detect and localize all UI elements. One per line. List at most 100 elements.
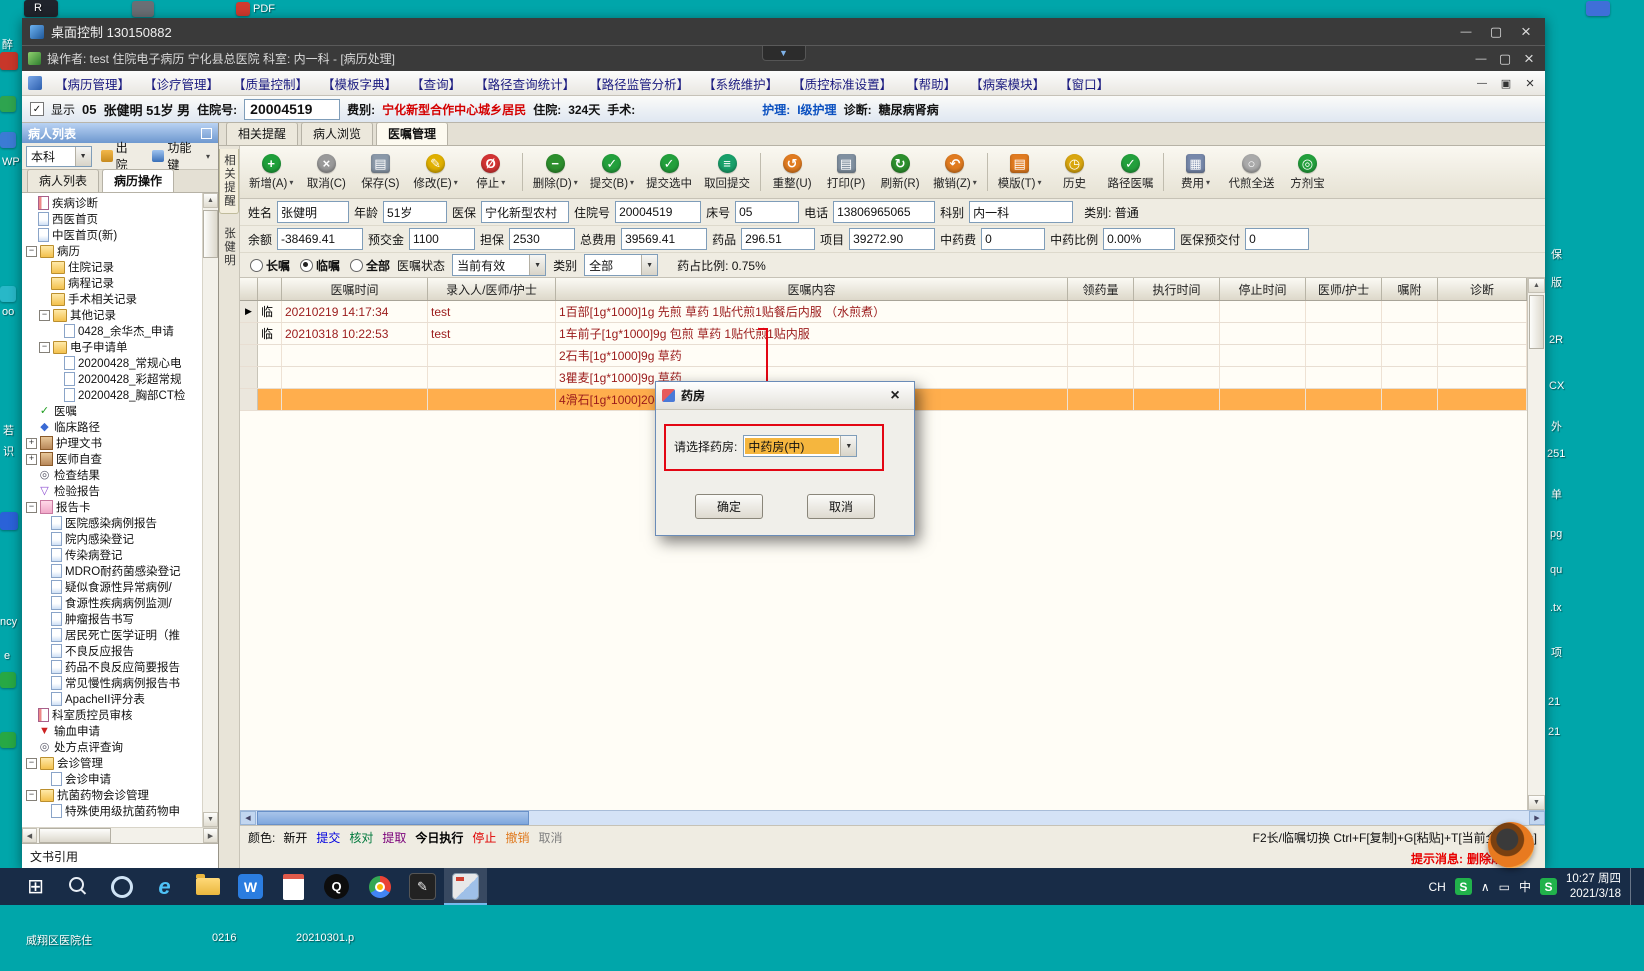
tree-item[interactable]: 传染病登记 [22,547,202,563]
menu-item[interactable]: 【病案模块】 [963,74,1052,93]
dropdown-arrow-icon[interactable] [641,255,658,275]
scroll-down-icon[interactable] [203,812,218,827]
toolbar-button[interactable]: ▤ 打印(P) [820,152,872,193]
tree-expander-icon[interactable]: + [26,437,37,449]
field-input[interactable]: 0 [981,228,1046,250]
desktop-icon-label[interactable]: .tx [1550,602,1562,614]
scroll-up-icon[interactable] [203,193,218,208]
tree-expander-icon[interactable]: − [39,309,50,321]
dropdown-arrow-icon[interactable] [74,146,91,166]
tree-item[interactable]: − 其他记录 [22,307,202,323]
main-tab-2[interactable]: 医嘱管理 [376,122,449,145]
department-select[interactable]: 本科 [26,145,92,167]
scroll-left-icon[interactable] [22,828,37,843]
mdi-minimize-icon[interactable] [1471,74,1493,92]
scroll-thumb[interactable] [1529,295,1544,349]
grid-column-header[interactable]: 嘱附 [1382,278,1438,300]
tree-item[interactable]: 病程记录 [22,275,202,291]
tree-item[interactable]: 居民死亡医学证明（推 [22,627,202,643]
desktop-icon-label[interactable]: oo [2,306,14,318]
grid-column-header[interactable] [258,278,282,300]
desktop-icon[interactable] [0,52,18,70]
desktop-icon-label[interactable]: WP [2,156,20,168]
desktop-icon[interactable] [0,286,16,302]
tree-item[interactable]: 20200428_彩超常规 [22,371,202,387]
desktop-icon-label[interactable]: 项 [1551,644,1562,660]
show-checkbox[interactable] [30,102,44,116]
ok-button[interactable]: 确定 [695,494,763,519]
clock[interactable]: 10:27 周四 2021/3/18 [1566,872,1621,902]
field-input[interactable]: 0 [1245,228,1310,250]
desktop-icon[interactable] [0,732,16,748]
desktop-icon[interactable] [0,512,18,530]
tree-expander-icon[interactable]: + [26,453,37,465]
tree-item[interactable]: ▽ 检验报告 [22,483,202,499]
menu-item[interactable]: 【质控标准设置】 [785,74,899,93]
dialog-titlebar[interactable]: 药房 [656,382,914,410]
toolbar-button[interactable]: Ø 停止 ▾ [465,152,517,193]
tree-item[interactable]: 疑似食源性异常病例/ [22,579,202,595]
tree-item[interactable]: 特殊使用级抗菌药物申 [22,803,202,819]
dropdown-arrow-icon[interactable]: ▾ [289,178,293,187]
scroll-right-icon[interactable] [1529,811,1545,825]
related-reminder-vertical-tab[interactable]: 相关提醒 [219,149,239,214]
field-input[interactable]: 宁化新型农村 [481,201,570,223]
sidebar-tab-0[interactable]: 病人列表 [27,169,100,192]
desktop-icon[interactable] [132,1,154,17]
emr-app-icon[interactable] [444,868,487,905]
app-maximize-icon[interactable] [1493,50,1517,68]
desktop-icon-label[interactable]: 0216 [212,932,236,944]
toolbar-button[interactable]: × 取消(C) [300,152,352,193]
toolbar-button[interactable]: ○ 代煎全送 [1223,152,1279,193]
toolbar-button[interactable]: − 删除(D) ▾ [528,152,583,193]
tray-chevron-icon[interactable]: ∧ [1481,880,1490,894]
field-input[interactable]: 2530 [509,228,576,250]
radio-option[interactable]: 临嘱 [300,257,340,274]
radio-option[interactable]: 全部 [350,257,390,274]
tree-item[interactable]: 肿瘤报告书写 [22,611,202,627]
desktop-icon-label[interactable]: R [34,2,42,14]
discharge-button[interactable]: 出院 [97,141,144,172]
grid-column-header[interactable]: 医嘱时间 [282,278,428,300]
tree-item[interactable]: + 医师自查 [22,451,202,467]
toolbar-button[interactable]: ✓ 提交选中 [641,152,697,193]
menu-item[interactable]: 【质量控制】 [226,74,315,93]
desktop-icon-label[interactable]: PDF [253,3,275,15]
toolbar-button[interactable]: ▤ 模版(T) ▾ [993,152,1047,193]
tree-item[interactable]: − 会诊管理 [22,755,202,771]
radio-option[interactable]: 长嘱 [250,257,290,274]
toolbar-button[interactable]: ◎ 方剂宝 [1281,152,1333,193]
cortana-icon[interactable] [100,868,143,905]
toolbar-button[interactable]: ◷ 历史 [1048,152,1100,193]
toolbar-button[interactable]: ↺ 重整(U) [766,152,818,193]
desktop-icon[interactable] [236,2,250,16]
desktop-icon-label[interactable]: 保 [1551,246,1562,262]
tree-scrollbar[interactable] [202,193,218,827]
dropdown-arrow-icon[interactable] [840,436,857,456]
toolbar-button[interactable]: ≡ 取回提交 [699,152,755,193]
document-reference-bar[interactable]: 文书引用 [22,843,218,868]
dropdown-arrow-icon[interactable]: ▾ [630,178,634,187]
dropdown-arrow-icon[interactable]: ▾ [1037,178,1041,187]
remote-window-titlebar[interactable]: 桌面控制 130150882 [22,18,1545,45]
grid-column-header[interactable]: 诊断 [1438,278,1527,300]
dialog-close-icon[interactable] [882,386,908,406]
order-row[interactable]: ▶ 临 20210219 14:17:34 test 1百部[1g*1000]1g 先煎… [240,301,1527,323]
grid-column-header[interactable] [240,278,258,300]
grid-horizontal-scrollbar[interactable] [240,810,1545,825]
desktop-icon-label[interactable]: 单 [1551,486,1562,502]
menu-item[interactable]: 【窗口】 [1052,74,1116,93]
sogou-icon[interactable]: S [1454,878,1472,895]
toolbar-button[interactable]: + 新增(A) ▾ [244,152,298,193]
display-icon[interactable]: ▭ [1499,880,1510,894]
tree-item[interactable]: MDRO耐药菌感染登记 [22,563,202,579]
security-ball-widget-icon[interactable] [1488,822,1534,868]
grid-column-header[interactable]: 医嘱内容 [556,278,1068,300]
menu-item[interactable]: 【路径查询统计】 [468,74,582,93]
desktop-icon-label[interactable]: pg [1550,528,1562,540]
field-input[interactable]: 39569.41 [621,228,708,250]
desktop-icon-label[interactable]: 威翔区医院住 [26,932,92,948]
tree-item[interactable]: 食源性疾病病例监测/ [22,595,202,611]
desktop-icon-label[interactable]: 2R [1549,334,1563,346]
tree-expander-icon[interactable]: − [26,789,37,801]
